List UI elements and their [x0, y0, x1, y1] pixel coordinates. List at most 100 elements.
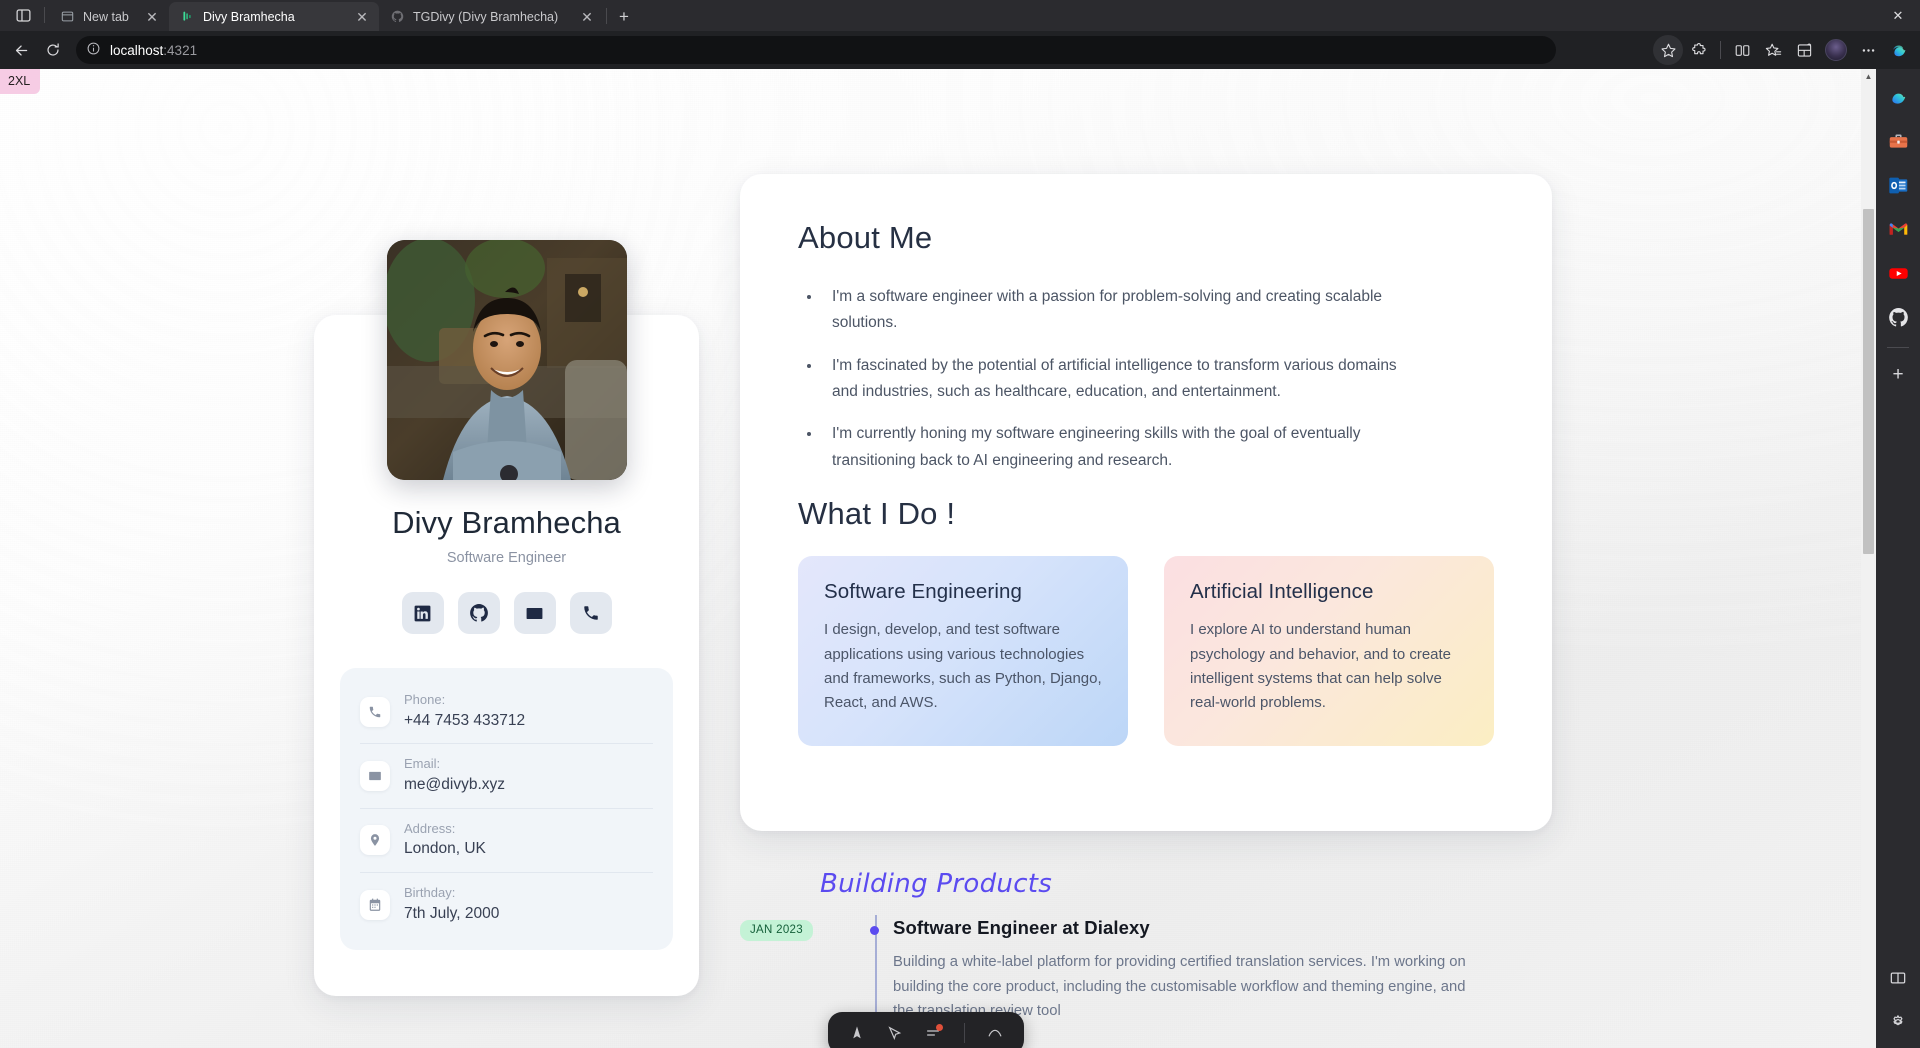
close-window-button[interactable]: ✕ [1876, 0, 1920, 31]
phone-icon [360, 696, 390, 727]
dev-toolbar-dock [828, 1012, 1024, 1048]
sidebar-split-pane-icon[interactable] [1882, 962, 1914, 994]
contact-value: London, UK [404, 840, 486, 858]
card-artificial-intelligence: Artificial Intelligence I explore AI to … [1164, 556, 1494, 746]
tab-title: TGDivy (Divy Bramhecha) [413, 9, 559, 24]
contact-text: Address: London, UK [404, 820, 486, 861]
edge-sidebar: + [1876, 69, 1920, 1048]
page-content: Divy Bramhecha Software Engineer Phone: … [0, 69, 1876, 1048]
contact-text: Phone: +44 7453 433712 [404, 691, 525, 732]
timeline-entry: JAN 2023 Software Engineer at Dialexy Bu… [740, 917, 1552, 1024]
browser-tab-new-tab[interactable]: New tab ✕ [49, 2, 169, 31]
contact-text: Email: me@divyb.xyz [404, 755, 505, 796]
location-pin-icon [360, 825, 390, 856]
toolbar-right-actions [1653, 35, 1914, 65]
sidebar-item-copilot[interactable] [1882, 81, 1914, 113]
collections-icon[interactable] [1758, 35, 1788, 65]
timeline-date-badge: JAN 2023 [740, 920, 813, 941]
timeline-heading: Building Products [820, 869, 1053, 899]
github-icon [469, 604, 488, 622]
sidebar-add-button[interactable]: + [1882, 358, 1914, 390]
contact-label: Email: [404, 756, 441, 772]
what-i-do-cards: Software Engineering I design, develop, … [798, 556, 1494, 746]
contact-value: me@divyb.xyz [404, 776, 506, 794]
settings-ellipsis-icon[interactable] [1853, 35, 1883, 65]
scrollbar-thumb[interactable] [1863, 209, 1874, 554]
contact-row-address: Address: London, UK [360, 809, 653, 873]
site-info-icon[interactable] [86, 41, 101, 59]
astro-logo-icon[interactable] [849, 1025, 865, 1041]
email-icon [526, 607, 543, 619]
toolbar-separator [1720, 41, 1721, 59]
tab-title: New tab [83, 9, 129, 24]
social-link-phone[interactable] [569, 592, 612, 634]
browser-tab-divy-bramhecha[interactable]: Divy Bramhecha ✕ [169, 2, 379, 31]
linkedin-icon [414, 605, 431, 621]
page-scrollbar[interactable]: ▲ [1861, 69, 1876, 1048]
social-link-email[interactable] [513, 592, 556, 634]
timeline-dot [870, 926, 879, 935]
tab-actions-menu-button[interactable] [4, 0, 42, 31]
tab-title: Divy Bramhecha [203, 9, 295, 24]
url-text: localhost:4321 [110, 43, 197, 58]
page-viewport: 2XL Divy Bramhecha Software Engineer Pho… [0, 69, 1876, 1048]
split-screen-icon[interactable] [1727, 35, 1757, 65]
profile-role: Software Engineer [446, 550, 567, 566]
reload-icon[interactable] [38, 35, 68, 65]
social-links [314, 592, 699, 634]
browser-tab-tgdivy[interactable]: TGDivy (Divy Bramhecha) ✕ [379, 2, 604, 31]
what-i-do-title: What I Do ! [798, 496, 956, 532]
address-bar[interactable]: localhost:4321 [76, 36, 1556, 64]
social-link-github[interactable] [457, 592, 500, 634]
dock-separator [963, 1023, 965, 1043]
tab-separator [606, 7, 607, 24]
settings-icon[interactable] [987, 1025, 1003, 1041]
url-host: localhost [110, 42, 164, 58]
github-icon [389, 9, 405, 25]
contact-row-birthday: Birthday: 7th July, 2000 [360, 873, 653, 936]
sidebar-item-github[interactable] [1882, 301, 1914, 333]
url-port: :4321 [163, 42, 198, 58]
newtab-icon [59, 9, 75, 25]
sidebar-item-outlook[interactable] [1882, 169, 1914, 201]
browser-essentials-icon[interactable] [1789, 35, 1819, 65]
card-body: I explore AI to understand human psychol… [1190, 621, 1452, 712]
audit-icon[interactable] [925, 1024, 944, 1041]
card-heading: Artificial Intelligence [1190, 580, 1374, 604]
contact-row-email: Email: me@divyb.xyz [360, 744, 653, 809]
astro-icon [179, 9, 195, 25]
card-heading: Software Engineering [824, 580, 1023, 604]
about-title: About Me [798, 220, 933, 255]
close-icon[interactable]: ✕ [143, 8, 161, 26]
contact-value: 7th July, 2000 [404, 904, 500, 922]
about-bullet: I'm fascinated by the potential of artif… [822, 353, 1422, 406]
card-body: I design, develop, and test software app… [824, 621, 1102, 712]
contact-label: Address: [404, 820, 456, 836]
close-icon[interactable]: ✕ [353, 8, 371, 26]
sidebar-item-tools[interactable] [1882, 125, 1914, 157]
favorite-star-icon[interactable] [1653, 35, 1683, 65]
audit-badge-dot [936, 1024, 944, 1031]
phone-icon [583, 606, 598, 620]
tab-strip-divider [44, 7, 45, 23]
profile-photo [387, 240, 627, 480]
sidebar-divider [1887, 347, 1909, 348]
card-software-engineering: Software Engineering I design, develop, … [798, 556, 1128, 746]
inspect-icon[interactable] [887, 1025, 903, 1041]
copilot-icon[interactable] [1884, 35, 1914, 65]
scrollbar-up-arrow[interactable]: ▲ [1861, 69, 1876, 84]
profile-name: Divy Bramhecha [392, 505, 621, 540]
sidebar-item-youtube[interactable] [1882, 257, 1914, 289]
back-arrow-icon[interactable] [6, 35, 36, 65]
sidebar-item-gmail[interactable] [1882, 213, 1914, 245]
contact-label: Phone: [404, 692, 446, 707]
close-icon[interactable]: ✕ [578, 8, 596, 26]
timeline-entry-title: Software Engineer at Dialexy [893, 917, 1150, 938]
window-controls: ✕ [1876, 0, 1920, 31]
extensions-puzzle-icon[interactable] [1684, 35, 1714, 65]
new-tab-button[interactable]: + [609, 2, 639, 31]
profile-avatar[interactable] [1825, 39, 1847, 61]
browser-toolbar: localhost:4321 [0, 31, 1920, 69]
sidebar-settings-gear-icon[interactable] [1882, 1006, 1914, 1038]
social-link-linkedin[interactable] [401, 592, 444, 634]
